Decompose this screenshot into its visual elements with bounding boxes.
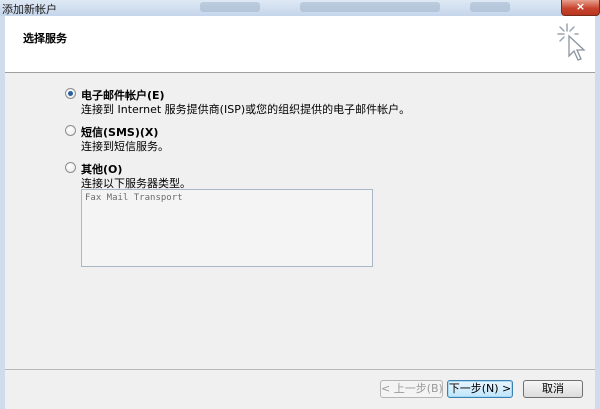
server-type-list[interactable]: Fax Mail Transport [81, 189, 373, 267]
page-title: 选择服务 [23, 32, 67, 45]
title-bar-blur [200, 2, 260, 12]
other-radio[interactable] [65, 162, 76, 173]
sms-radio[interactable] [65, 125, 76, 136]
title-bar-blur [470, 2, 510, 12]
wizard-footer: < 上一步(B) 下一步(N) > 取消 [5, 370, 595, 409]
email-account-radio[interactable] [65, 88, 76, 99]
close-button[interactable]: × [561, 0, 600, 16]
wizard-body: 电子邮件帐户(E) 连接到 Internet 服务提供商(ISP)或您的组织提供… [5, 73, 595, 369]
wizard-header: 选择服务 [5, 16, 595, 73]
next-button[interactable]: 下一步(N) > [447, 380, 513, 398]
title-bar: 添加新帐户 × [0, 0, 600, 16]
option-description: 连接到 Internet 服务提供商(ISP)或您的组织提供的电子邮件帐户。 [81, 103, 411, 116]
list-item[interactable]: Fax Mail Transport [85, 193, 183, 203]
title-bar-blur [300, 2, 440, 12]
cancel-button[interactable]: 取消 [523, 380, 583, 398]
window-title: 添加新帐户 [2, 3, 57, 16]
wizard-sparkle-cursor-icon [557, 23, 586, 61]
window-frame-right [595, 16, 600, 409]
close-icon: × [575, 0, 586, 13]
back-button[interactable]: < 上一步(B) [380, 380, 443, 398]
option-description: 连接到短信服务。 [81, 140, 169, 153]
